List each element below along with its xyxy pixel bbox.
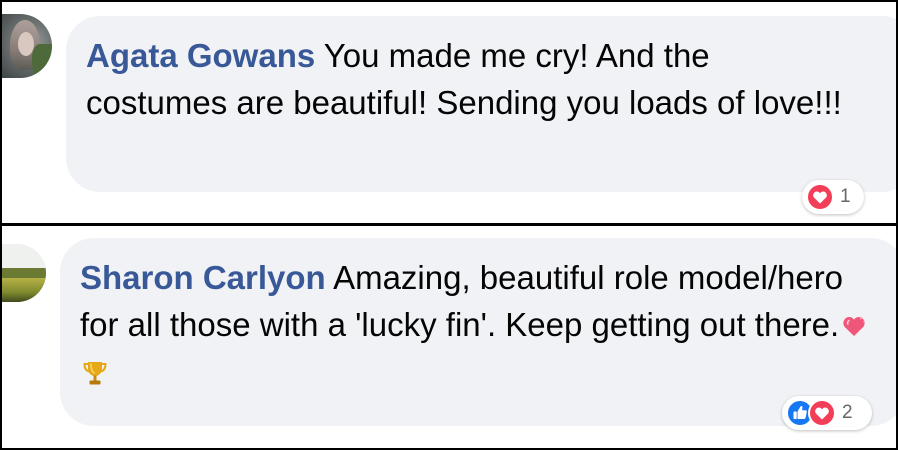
comment-panel: Agata Gowans You made me cry! And the co… [0, 0, 898, 225]
avatar-sky [2, 244, 46, 268]
avatar-field [2, 278, 46, 302]
reaction-summary[interactable]: 1 [802, 180, 864, 214]
love-icon [806, 183, 834, 211]
reaction-count: 2 [842, 402, 853, 423]
comment-panel: Sharon Carlyon Amazing, beautiful role m… [0, 224, 898, 450]
comment-body: Sharon Carlyon Amazing, beautiful role m… [80, 254, 890, 395]
heart-emoji [841, 313, 867, 339]
comment-author[interactable]: Sharon Carlyon [80, 259, 326, 296]
reaction-summary[interactable]: 2 [782, 396, 872, 430]
trophy-emoji [82, 359, 108, 387]
reaction-count: 1 [840, 186, 851, 207]
avatar[interactable] [2, 244, 46, 302]
avatar-treeline [2, 268, 46, 278]
love-icon [808, 399, 836, 427]
avatar[interactable] [2, 14, 52, 78]
comment-body: Agata Gowans You made me cry! And the co… [86, 32, 846, 126]
comment-author[interactable]: Agata Gowans [86, 37, 315, 74]
avatar-foliage [32, 44, 52, 78]
